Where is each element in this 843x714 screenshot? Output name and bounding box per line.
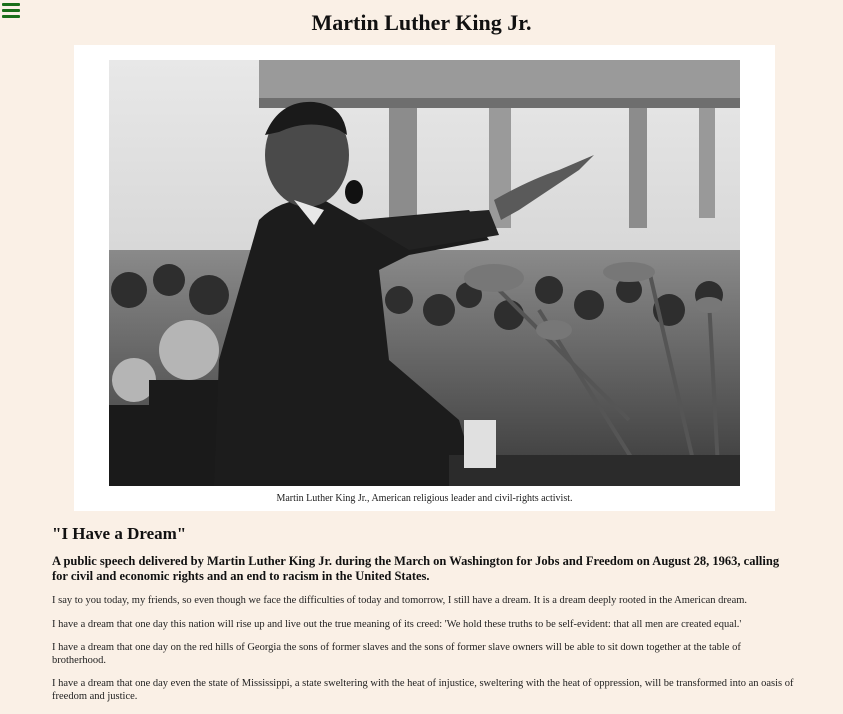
speech-section: "I Have a Dream" A public speech deliver… (52, 524, 794, 714)
speech-paragraph: I have a dream that one day even the sta… (52, 678, 794, 702)
photo-illustration (109, 60, 740, 486)
speech-paragraph: I say to you today, my friends, so even … (52, 595, 748, 606)
photo-caption: Martin Luther King Jr., American religio… (276, 493, 573, 504)
speech-summary: A public speech delivered by Martin Luth… (52, 554, 780, 583)
speech-paragraph: I have a dream that one day this nation … (52, 618, 742, 630)
page-title: Martin Luther King Jr. (311, 10, 532, 35)
speech-paragraph: I have a dream that one day on the red h… (52, 642, 741, 666)
speech-title: "I Have a Dream" (52, 524, 187, 543)
speaker-photo (109, 60, 740, 486)
photo-figure: Martin Luther King Jr., American religio… (74, 45, 775, 511)
menu-line (2, 3, 20, 6)
